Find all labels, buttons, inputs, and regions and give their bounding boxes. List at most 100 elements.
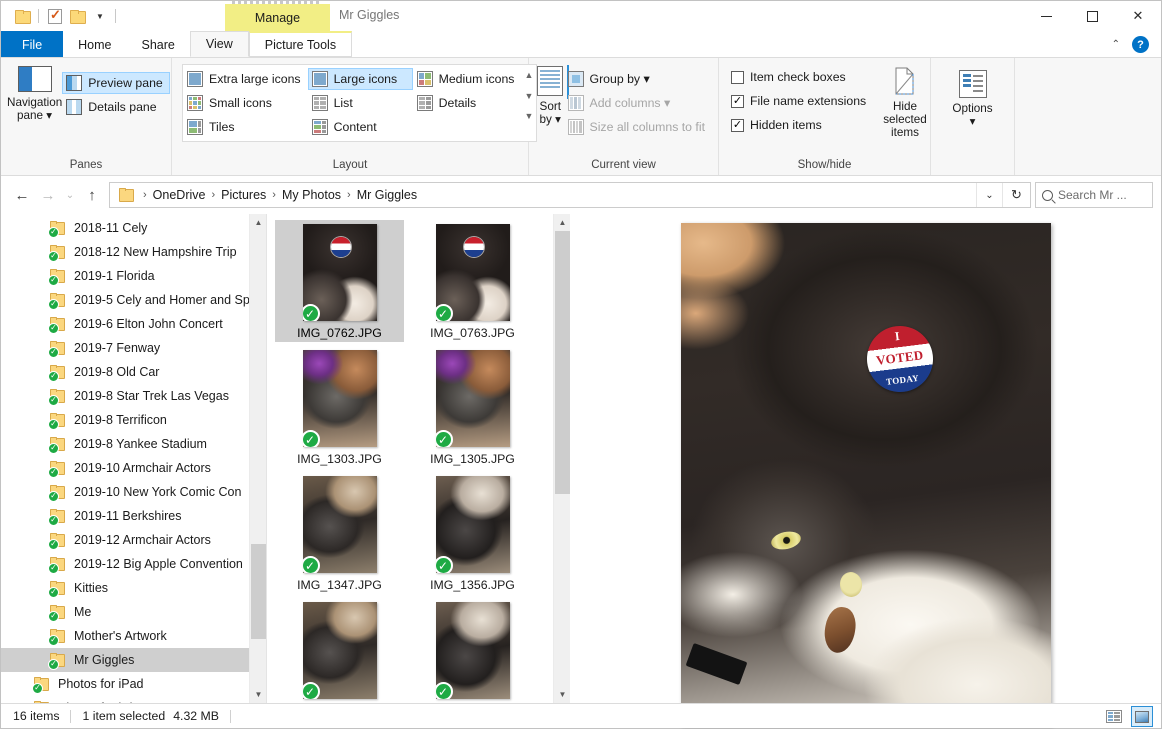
forward-button[interactable]: → [35, 182, 61, 208]
item-check-boxes-option[interactable]: Item check boxes [727, 66, 873, 88]
view-tiles[interactable]: Tiles [183, 116, 308, 138]
tree-item-2019-5-cely-and-homer-and-spidey[interactable]: ✓ 2019-5 Cely and Homer and Spidey [1, 288, 266, 312]
recent-locations-button[interactable]: ⌄ [61, 182, 79, 208]
back-button[interactable]: ← [9, 182, 35, 208]
view-content[interactable]: Content [308, 116, 413, 138]
maximize-button[interactable] [1069, 1, 1115, 31]
file-item[interactable]: ✓ IMG_0762.JPG [275, 220, 404, 342]
view-small-icons[interactable]: Small icons [183, 92, 308, 114]
file-item[interactable]: ✓ IMG_0763.JPG [408, 220, 537, 342]
help-icon[interactable]: ? [1132, 36, 1149, 53]
group-by-button[interactable]: Group by ▾ [564, 68, 713, 90]
folder-icon: ✓ [48, 412, 67, 430]
navigation-pane-button[interactable]: Navigation pane ▾ [7, 62, 62, 159]
file-item[interactable]: ✓ IMG_1358.JPG [275, 598, 404, 703]
file-thumbnail: ✓ [302, 476, 377, 573]
details-view-button[interactable] [1103, 706, 1125, 727]
navigation-pane-scrollbar[interactable]: ▲ ▼ [249, 214, 266, 703]
tree-item-2019-12-big-apple-convention[interactable]: ✓ 2019-12 Big Apple Convention [1, 552, 266, 576]
file-item[interactable]: ✓ IMG_1303.JPG [275, 346, 404, 468]
tree-item-2018-12-new-hampshire-trip[interactable]: ✓ 2018-12 New Hampshire Trip [1, 240, 266, 264]
view-details[interactable]: Details [413, 92, 522, 114]
breadcrumb-onedrive[interactable]: OneDrive [150, 188, 209, 202]
tiles-label: Tiles [209, 120, 235, 134]
hidden-items-checkbox[interactable]: ✓ [731, 118, 744, 132]
breadcrumb-mr-giggles[interactable]: Mr Giggles [354, 188, 420, 202]
view-medium-icons[interactable]: Medium icons [413, 68, 522, 90]
tab-view[interactable]: View [189, 31, 249, 57]
details-view-icon [1106, 710, 1122, 723]
tree-item-2019-7-fenway[interactable]: ✓ 2019-7 Fenway [1, 336, 266, 360]
refresh-button[interactable]: ↻ [1002, 183, 1030, 207]
tree-item-2019-1-florida[interactable]: ✓ 2019-1 Florida [1, 264, 266, 288]
breadcrumb-bar[interactable]: › OneDrive › Pictures › My Photos › Mr G… [109, 182, 1031, 208]
navigation-tree: ✓ 2018-11 Cely ✓ 2018-12 New Hampshire Tri… [1, 214, 266, 703]
sort-by-button[interactable]: Sort by ▾ [537, 62, 570, 159]
file-list-pane[interactable]: ✓ IMG_0762.JPG ✓ IMG_0763.JPG ✓ IMG_1303… [267, 214, 570, 703]
search-box[interactable]: Search Mr ... [1035, 182, 1153, 208]
tree-item-2019-8-yankee-stadium[interactable]: ✓ 2019-8 Yankee Stadium [1, 432, 266, 456]
tree-item-label: Mother's Artwork [74, 629, 167, 643]
file-name-extensions-checkbox[interactable]: ✓ [731, 94, 744, 108]
add-columns-button[interactable]: Add columns ▾ [564, 92, 713, 114]
scroll-up-icon[interactable]: ▲ [250, 214, 266, 231]
close-button[interactable]: ✕ [1115, 1, 1161, 31]
qat-properties-icon[interactable] [44, 5, 66, 27]
file-item[interactable]: ✓ IMG_1356.JPG [408, 472, 537, 594]
tree-item-2019-8-old-car[interactable]: ✓ 2019-8 Old Car [1, 360, 266, 384]
qat-customize-button[interactable]: ▼ [88, 5, 110, 27]
tree-item-label: 2019-11 Berkshires [74, 509, 182, 523]
tree-item-2019-6-elton-john-concert[interactable]: ✓ 2019-6 Elton John Concert [1, 312, 266, 336]
tree-item-2019-11-berkshires[interactable]: ✓ 2019-11 Berkshires [1, 504, 266, 528]
up-button[interactable]: ↑ [79, 182, 105, 208]
file-item[interactable]: ✓ IMG_1305.JPG [408, 346, 537, 468]
tab-picture-tools[interactable]: Picture Tools [248, 31, 353, 57]
tab-share[interactable]: Share [127, 31, 190, 57]
search-icon [1042, 189, 1053, 201]
tree-item-2019-12-armchair-actors[interactable]: ✓ 2019-12 Armchair Actors [1, 528, 266, 552]
tree-item-me[interactable]: ✓ Me [1, 600, 266, 624]
qat-folder-icon[interactable] [11, 5, 33, 27]
tree-item-mr-giggles[interactable]: ✓ Mr Giggles [1, 648, 266, 672]
tab-home[interactable]: Home [63, 31, 126, 57]
tree-item-2019-8-star-trek-las-vegas[interactable]: ✓ 2019-8 Star Trek Las Vegas [1, 384, 266, 408]
tree-item-2018-11-cely[interactable]: ✓ 2018-11 Cely [1, 216, 266, 240]
minimize-button[interactable] [1023, 1, 1069, 31]
tree-item-photos-for-ipad[interactable]: ✓ Photos for iPad [1, 672, 266, 696]
details-pane-button[interactable]: Details pane [62, 96, 170, 118]
contextual-tab-banner: Manage [225, 4, 330, 31]
tree-item-2019-10-new-york-comic-con[interactable]: ✓ 2019-10 New York Comic Con [1, 480, 266, 504]
scrollbar-thumb[interactable] [555, 231, 570, 494]
scroll-down-icon[interactable]: ▼ [250, 686, 266, 703]
size-all-columns-button[interactable]: Size all columns to fit [564, 116, 713, 138]
scrollbar-thumb[interactable] [251, 544, 266, 639]
tree-item-mothers-artwork[interactable]: ✓ Mother's Artwork [1, 624, 266, 648]
qat-new-folder-icon[interactable] [66, 5, 88, 27]
view-large-icons[interactable]: Large icons [307, 68, 413, 90]
large-icons-view-button[interactable] [1131, 706, 1153, 727]
new-folder-icon [69, 9, 86, 24]
scroll-down-icon[interactable]: ▼ [554, 686, 570, 703]
item-check-boxes-checkbox[interactable] [731, 70, 744, 84]
tree-item-photos-for-iphone[interactable]: ✓Photos for iPhone [1, 696, 266, 703]
breadcrumb-pictures[interactable]: Pictures [218, 188, 269, 202]
navigation-pane-icon [17, 66, 52, 92]
file-item[interactable]: ✓ IMG_1347.JPG [275, 472, 404, 594]
file-list-scrollbar[interactable]: ▲ ▼ [553, 214, 570, 703]
tree-item-2019-8-terrificon[interactable]: ✓ 2019-8 Terrificon [1, 408, 266, 432]
collapse-ribbon-icon[interactable]: ⌃ [1112, 39, 1120, 50]
hide-selected-items-button[interactable]: Hide selected items [883, 62, 927, 159]
breadcrumb-dropdown-button[interactable]: ⌄ [976, 183, 1002, 207]
preview-pane-button[interactable]: Preview pane [62, 72, 170, 94]
hidden-items-option[interactable]: ✓ Hidden items [727, 114, 873, 136]
scroll-up-icon[interactable]: ▲ [554, 214, 570, 231]
view-list[interactable]: List [308, 92, 413, 114]
view-extra-large-icons[interactable]: Extra large icons [183, 68, 308, 90]
tree-item-kitties[interactable]: ✓ Kitties [1, 576, 266, 600]
tab-file[interactable]: File [1, 31, 64, 57]
options-button[interactable]: Options ▾ [937, 62, 1008, 159]
file-item[interactable]: ✓ IMG_1359.JPG [408, 598, 537, 703]
tree-item-2019-10-armchair-actors[interactable]: ✓ 2019-10 Armchair Actors [1, 456, 266, 480]
breadcrumb-my-photos[interactable]: My Photos [279, 188, 344, 202]
file-name-extensions-option[interactable]: ✓ File name extensions [727, 90, 873, 112]
